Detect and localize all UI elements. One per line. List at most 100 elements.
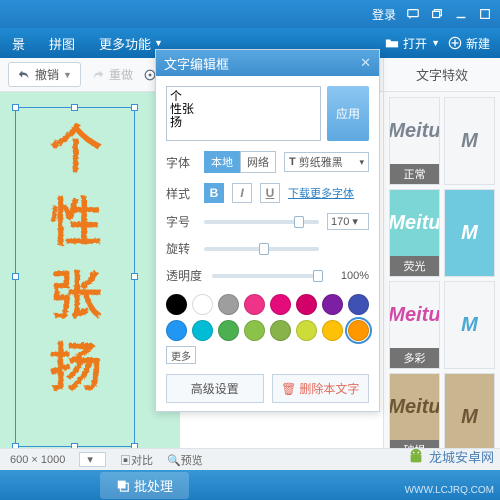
effect-thumbnail[interactable]: Meitu正常 (389, 97, 440, 185)
advanced-settings-button[interactable]: 高级设置 (166, 374, 264, 403)
effect-preview: Meitu (390, 282, 439, 348)
color-swatch[interactable] (322, 294, 343, 315)
style-label: 样式 (166, 185, 196, 202)
color-swatch[interactable] (218, 294, 239, 315)
size-label: 字号 (166, 213, 196, 230)
font-select[interactable]: T 剪纸雅黑 ▾ (284, 152, 369, 172)
maximize-icon[interactable] (478, 7, 492, 21)
android-icon (407, 448, 425, 466)
text-selection-box[interactable]: 个 性 张 扬 (15, 107, 135, 447)
font-local-tab[interactable]: 本地 (204, 151, 240, 173)
batch-process-button[interactable]: 批处理 (100, 472, 189, 499)
color-swatch[interactable] (296, 320, 317, 341)
effect-thumbnail[interactable]: M (444, 189, 495, 277)
watermark: 龙城安卓网 (407, 447, 494, 466)
color-swatch[interactable] (348, 320, 369, 341)
apply-button[interactable]: 应用 (327, 86, 369, 141)
text-effects-title: 文字特效 (384, 58, 500, 92)
delete-text-button[interactable]: 🗑删除本文字 (272, 374, 370, 403)
chevron-down-icon: ▼ (154, 38, 163, 48)
redo-button: 重做 (91, 66, 133, 83)
effect-preview: M (445, 282, 494, 368)
effect-preview: Meitu (390, 98, 439, 164)
text-effects-panel: 文字特效 Meitu正常MMeitu荧光MMeitu多彩MMeitu破损M (383, 58, 500, 500)
chevron-down-icon: ▼ (431, 38, 440, 48)
canvas-dimensions: 600 × 1000 (10, 454, 65, 466)
resize-handle[interactable] (71, 104, 78, 111)
resize-handle[interactable] (131, 273, 138, 280)
text-editor-panel: 文字编辑框 ✕ 应用 字体 本地 网络 T 剪纸雅黑 ▾ 样式 B I U 下载… (155, 49, 380, 412)
italic-button[interactable]: I (232, 183, 252, 203)
color-swatch[interactable] (270, 294, 291, 315)
chevron-down-icon: ▾ (359, 157, 364, 168)
preview-button[interactable]: 🔍预览 (167, 452, 203, 468)
color-swatch[interactable] (166, 294, 187, 315)
effect-thumbnail[interactable]: Meitu多彩 (389, 281, 440, 369)
more-fonts-link[interactable]: 下载更多字体 (288, 185, 354, 201)
font-source-toggle[interactable]: 本地 网络 (204, 151, 276, 173)
tab-scene[interactable]: 景 (0, 28, 37, 58)
resize-handle[interactable] (131, 104, 138, 111)
opacity-slider[interactable] (212, 274, 323, 278)
login-link[interactable]: 登录 (372, 6, 396, 23)
effect-preview: Meitu (390, 374, 439, 440)
window-restore-icon[interactable] (430, 7, 444, 21)
color-palette: 更多 (166, 294, 369, 364)
effect-caption: 荧光 (390, 256, 439, 276)
color-swatch[interactable] (270, 320, 291, 341)
folder-icon (385, 36, 399, 50)
canvas-text: 个 性 张 扬 (16, 108, 134, 405)
compare-button[interactable]: ▣对比 (120, 452, 153, 468)
resize-handle[interactable] (12, 104, 19, 111)
stack-icon (116, 478, 130, 492)
tab-collage[interactable]: 拼图 (37, 28, 87, 58)
effect-thumbnail[interactable]: M (444, 97, 495, 185)
font-preview-icon: T (289, 156, 296, 168)
title-bar: 登录 (0, 0, 500, 28)
open-button[interactable]: 打开▼ (385, 35, 440, 52)
resize-handle[interactable] (12, 273, 19, 280)
more-colors-button[interactable]: 更多 (166, 346, 196, 364)
rotate-label: 旋转 (166, 240, 196, 257)
color-swatch[interactable] (192, 294, 213, 315)
underline-button[interactable]: U (260, 183, 280, 203)
redo-icon (91, 68, 105, 82)
canvas[interactable]: 个 性 张 扬 (0, 92, 180, 472)
color-swatch[interactable] (348, 294, 369, 315)
color-swatch[interactable] (296, 294, 317, 315)
undo-button[interactable]: 撤销 ▼ (8, 62, 81, 87)
effect-caption: 多彩 (390, 348, 439, 368)
color-swatch[interactable] (218, 320, 239, 341)
undo-icon (17, 68, 31, 82)
rotate-slider[interactable] (204, 247, 319, 251)
effect-thumbnail[interactable]: Meitu荧光 (389, 189, 440, 277)
size-value[interactable]: 170 ▾ (327, 213, 369, 230)
color-swatch[interactable] (244, 294, 265, 315)
text-content-input[interactable] (166, 86, 321, 141)
effect-thumbnail[interactable]: M (444, 281, 495, 369)
opacity-label: 透明度 (166, 267, 204, 284)
color-swatch[interactable] (322, 320, 343, 341)
color-swatch[interactable] (244, 320, 265, 341)
color-swatch[interactable] (166, 320, 187, 341)
close-icon[interactable]: ✕ (360, 55, 371, 71)
effect-preview: Meitu (390, 190, 439, 256)
font-label: 字体 (166, 154, 196, 171)
effect-caption: 正常 (390, 164, 439, 184)
font-network-tab[interactable]: 网络 (240, 151, 276, 173)
plus-circle-icon (448, 36, 462, 50)
new-button[interactable]: 新建 (448, 35, 490, 52)
bold-button[interactable]: B (204, 183, 224, 203)
effect-preview: M (445, 98, 494, 184)
chat-icon[interactable] (406, 7, 420, 21)
size-slider[interactable] (204, 220, 319, 224)
opacity-value: 100% (331, 270, 369, 282)
minimize-icon[interactable] (454, 7, 468, 21)
effect-preview: M (445, 190, 494, 276)
trash-icon: 🗑 (281, 382, 296, 396)
watermark-url: WWW.LCJRQ.COM (405, 485, 494, 496)
color-swatch[interactable] (192, 320, 213, 341)
panel-title: 文字编辑框 (164, 54, 229, 73)
zoom-dropdown[interactable]: ▾ (79, 452, 106, 467)
chevron-down-icon: ▼ (63, 70, 72, 80)
